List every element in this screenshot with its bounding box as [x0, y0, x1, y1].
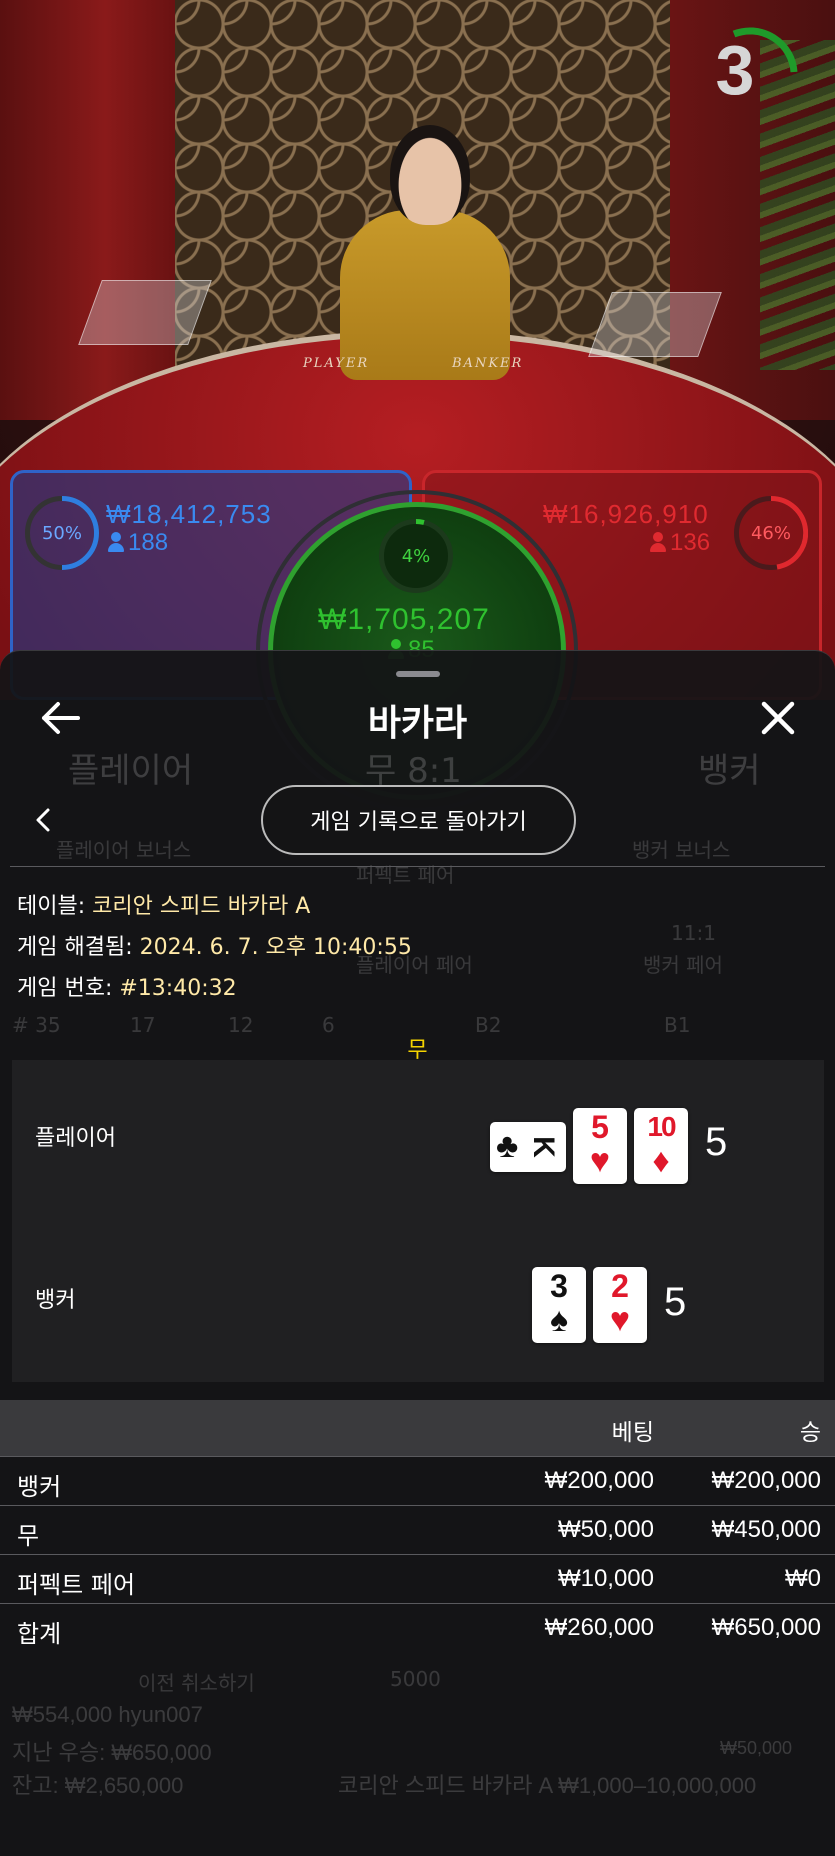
ghost-footer-line: 코리안 스피드 바카라 A ₩1,000–10,000,000	[338, 1773, 757, 1798]
tie-pct-arc-icon	[415, 519, 425, 525]
ghost-banker-pair-odds: 11:1	[671, 921, 716, 945]
user-icon	[650, 532, 666, 552]
table-row: 뱅커 ₩200,000 ₩200,000	[0, 1456, 835, 1505]
timer-seconds: 3	[715, 31, 755, 109]
felt-banker-text: BANKER	[452, 356, 524, 371]
ghost-footer-line: ₩554,000 hyun007	[12, 1702, 203, 1727]
ghost-footer-line: 지난 우승: ₩650,000	[12, 1740, 212, 1765]
player-hand-label: 플레이어	[35, 1126, 116, 1151]
total-row: 합계 ₩260,000 ₩650,000	[0, 1603, 835, 1652]
tie-total-amount: ₩1,705,207	[318, 603, 490, 636]
table-info: 테이블: 코리안 스피드 바카라 A	[17, 894, 311, 919]
bet-column-header: 베팅	[611, 1420, 654, 1446]
return-to-history-button[interactable]: 게임 기록으로 돌아가기	[261, 785, 576, 855]
user-icon	[108, 532, 124, 552]
ghost-banker-pair: 뱅커 페어	[643, 953, 723, 977]
dealer-head	[390, 125, 470, 225]
dealer-body	[340, 210, 510, 380]
chevron-left-icon[interactable]	[30, 804, 58, 836]
banker-hand-label: 뱅커	[35, 1288, 76, 1313]
bets-header-row: 베팅 승	[0, 1400, 835, 1456]
player-score: 5	[705, 1120, 728, 1164]
bets-table: 베팅 승 뱅커 ₩200,000 ₩200,000 무 ₩50,000 ₩450,000…	[0, 1400, 835, 1652]
sheet-title: 바카라	[367, 703, 468, 744]
game-number-info: 게임 번호: #13:40:32	[17, 976, 237, 1001]
settled-info: 게임 해결됨: 2024. 6. 7. 오후 10:40:55	[17, 935, 412, 960]
banker-score: 5	[664, 1280, 687, 1324]
ghost-undo: 이전 취소하기	[138, 1671, 255, 1695]
close-icon[interactable]	[756, 696, 800, 740]
ghost-perfect-pair: 퍼펙트 페어	[356, 863, 455, 887]
player-card-1: ♣ K	[490, 1122, 566, 1172]
win-column-header: 승	[799, 1420, 821, 1446]
player-count: 188	[108, 529, 168, 557]
tie-pct-ring: 4%	[379, 519, 453, 593]
player-card-2: 5 ♥	[573, 1108, 627, 1184]
banker-pct-arc-icon	[770, 496, 808, 570]
player-card-3: 10 ♦	[634, 1108, 688, 1184]
banker-card-2: 2 ♥	[593, 1267, 647, 1343]
ghost-footer-line: 잔고: ₩2,650,000	[12, 1773, 184, 1798]
round-timer: 3	[700, 22, 810, 132]
divider	[10, 866, 825, 867]
felt-player-text: PLAYER	[303, 356, 370, 371]
banker-pct-ring: 46%	[734, 496, 808, 570]
hands-panel: 플레이어 뱅커 ♣ K 5 ♥ 10 ♦ 5 3 ♠ 2 ♥ 5	[12, 1060, 824, 1382]
ghost-player-bonus: 플레이어 보너스	[56, 838, 192, 862]
ghost-player-label: 플레이어	[68, 751, 194, 791]
ghost-chip: 5000	[390, 1667, 441, 1691]
banker-total-amount: ₩16,926,910	[543, 499, 709, 529]
player-total-amount: ₩18,412,753	[106, 499, 272, 529]
player-pct-ring: 50%	[25, 496, 99, 570]
ghost-banker-label: 뱅커	[698, 751, 761, 791]
sheet-drag-handle[interactable]	[396, 671, 440, 677]
ghost-footer-line: ₩50,000	[720, 1738, 793, 1758]
table-row: 퍼펙트 페어 ₩10,000 ₩0	[0, 1554, 835, 1603]
table-row: 무 ₩50,000 ₩450,000	[0, 1505, 835, 1554]
banker-count: 136	[650, 529, 710, 557]
ghost-banker-bonus: 뱅커 보너스	[632, 838, 731, 862]
banker-card-1: 3 ♠	[532, 1267, 586, 1343]
player-pct-arc-icon	[61, 496, 99, 570]
curtain-left	[0, 0, 175, 420]
